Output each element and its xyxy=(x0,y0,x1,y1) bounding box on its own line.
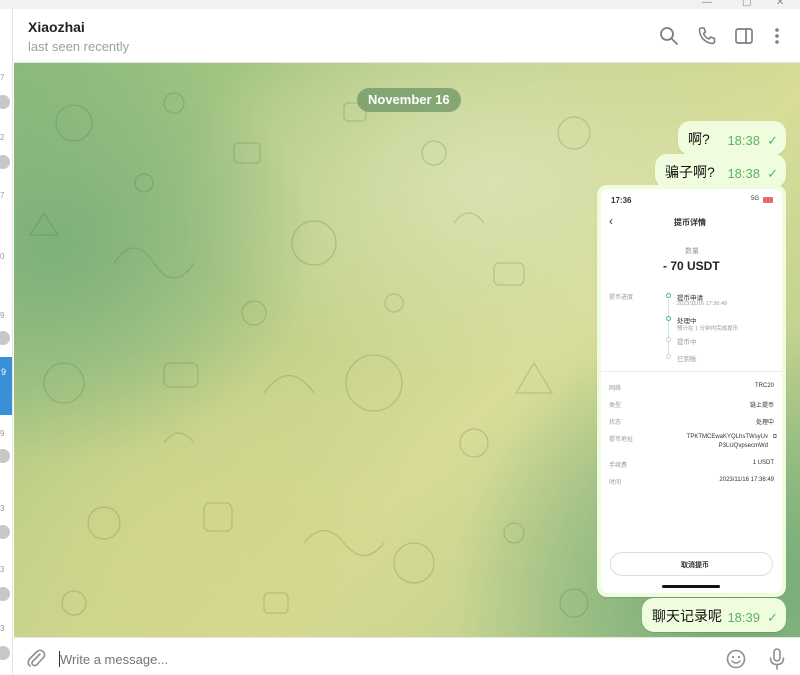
avatar[interactable] xyxy=(0,331,10,345)
avatar[interactable] xyxy=(0,449,10,463)
detail-label: 类型 xyxy=(609,403,622,409)
maximize-icon[interactable]: ▢ xyxy=(742,0,751,8)
detail-label: 时间 xyxy=(609,480,622,486)
window-titlebar: — ▢ ✕ xyxy=(0,0,800,9)
avatar[interactable] xyxy=(0,646,10,660)
address-value-line2: P3LUQvpsecmWd xyxy=(718,443,768,449)
step-sub: 2023/11/16 17:36:49 xyxy=(677,301,728,307)
outgoing-message[interactable]: 啊? 18:38 ✓ xyxy=(678,121,786,155)
attach-icon[interactable] xyxy=(26,648,46,668)
search-icon[interactable] xyxy=(658,25,680,47)
sidebar-toggle-icon[interactable] xyxy=(733,25,755,47)
detail-value: 2023/11/16 17:36:49 xyxy=(719,477,774,483)
amount-value: - 70 USDT xyxy=(663,259,720,273)
step-node xyxy=(666,337,671,342)
chat-header: Xiaozhai last seen recently xyxy=(14,9,800,63)
chat-list-count: 3 xyxy=(0,565,5,574)
status-network: 5G xyxy=(751,196,760,202)
amount-label: 数量 xyxy=(685,248,699,255)
close-icon[interactable]: ✕ xyxy=(776,0,784,8)
message-time: 18:38 xyxy=(727,133,760,148)
detail-label: 状态 xyxy=(609,420,622,426)
contact-status: last seen recently xyxy=(28,39,130,54)
step-node xyxy=(666,354,671,359)
progress-label: 提币进度 xyxy=(609,295,634,301)
detail-value: 处理中 xyxy=(755,420,774,426)
chat-list-count: 9 xyxy=(0,429,5,438)
detail-label: 网络 xyxy=(609,386,622,392)
chat-list-count: 7 xyxy=(0,191,5,200)
chat-list-count: 9 xyxy=(0,311,5,320)
address-value: TPKTMCEwaKYQLhsTWsyUv xyxy=(686,434,768,440)
message-time: 18:38 xyxy=(727,166,760,181)
avatar[interactable] xyxy=(0,95,10,109)
message-text: 聊天记录呢 xyxy=(652,608,722,624)
outgoing-message[interactable]: 聊天记录呢 18:39 ✓ xyxy=(642,598,786,632)
read-check-icon: ✓ xyxy=(767,133,778,148)
chat-list-count: 7 xyxy=(0,73,5,82)
microphone-icon[interactable] xyxy=(766,647,788,671)
cancel-withdraw-button[interactable]: 取消提币 xyxy=(610,552,773,576)
chat-list-count: 2 xyxy=(0,133,5,142)
detail-value: 1 USDT xyxy=(752,460,774,466)
chat-list-count: 3 xyxy=(0,624,5,633)
outgoing-message[interactable]: 骗子啊? 18:38 ✓ xyxy=(655,154,786,188)
progress-line xyxy=(668,299,669,357)
status-time: 17:36 xyxy=(611,196,632,205)
avatar[interactable] xyxy=(0,155,10,169)
screen-title: 提币详情 xyxy=(674,218,706,227)
message-text: 骗子啊? xyxy=(665,164,715,180)
chat-list-strip[interactable]: 7 2 7 0 9 9 9 3 3 3 xyxy=(0,9,13,675)
contact-name[interactable]: Xiaozhai xyxy=(28,19,85,35)
message-input[interactable] xyxy=(60,649,660,669)
divider xyxy=(601,371,782,372)
minimize-icon[interactable]: — xyxy=(702,0,712,8)
message-composer xyxy=(14,637,800,675)
copy-icon[interactable]: ⧉ xyxy=(773,434,777,441)
attached-screenshot[interactable]: 17:36 5G ‹ 提币详情 数量 - 70 USDT 提币进度 提币申请 2… xyxy=(601,189,782,593)
home-indicator xyxy=(662,585,720,588)
emoji-icon[interactable] xyxy=(725,648,747,670)
detail-label: 手续费 xyxy=(609,463,628,469)
active-chat-item[interactable]: 9 xyxy=(0,357,12,415)
date-separator: November 16 xyxy=(357,88,461,112)
message-text: 啊? xyxy=(688,131,710,147)
step-node xyxy=(666,316,671,321)
read-check-icon: ✓ xyxy=(767,610,778,625)
back-icon: ‹ xyxy=(609,214,613,228)
read-check-icon: ✓ xyxy=(767,166,778,181)
detail-label: 提币地址 xyxy=(609,437,634,443)
step-sub: 预计在 1 分钟内完成提币 xyxy=(677,326,739,332)
chat-list-count: 0 xyxy=(0,252,5,261)
phone-icon[interactable] xyxy=(696,25,718,47)
active-chat-badge: 9 xyxy=(1,367,7,377)
message-time: 18:39 xyxy=(727,610,760,625)
step-node xyxy=(666,293,671,298)
chat-list-count: 3 xyxy=(0,504,5,513)
cancel-withdraw-label: 取消提币 xyxy=(681,562,709,569)
avatar[interactable] xyxy=(0,525,10,539)
chat-area[interactable]: November 16 啊? 18:38 ✓ 骗子啊? 18:38 ✓ 17:3… xyxy=(14,63,800,637)
battery-icon xyxy=(763,197,773,203)
step-title: 已到账 xyxy=(677,356,697,363)
detail-value: 链上提币 xyxy=(749,403,774,409)
step-title: 提币中 xyxy=(677,339,697,346)
more-vert-icon[interactable] xyxy=(766,25,788,47)
detail-value: TRC20 xyxy=(754,383,774,389)
avatar[interactable] xyxy=(0,587,10,601)
image-message[interactable]: 17:36 5G ‹ 提币详情 数量 - 70 USDT 提币进度 提币申请 2… xyxy=(597,185,786,597)
